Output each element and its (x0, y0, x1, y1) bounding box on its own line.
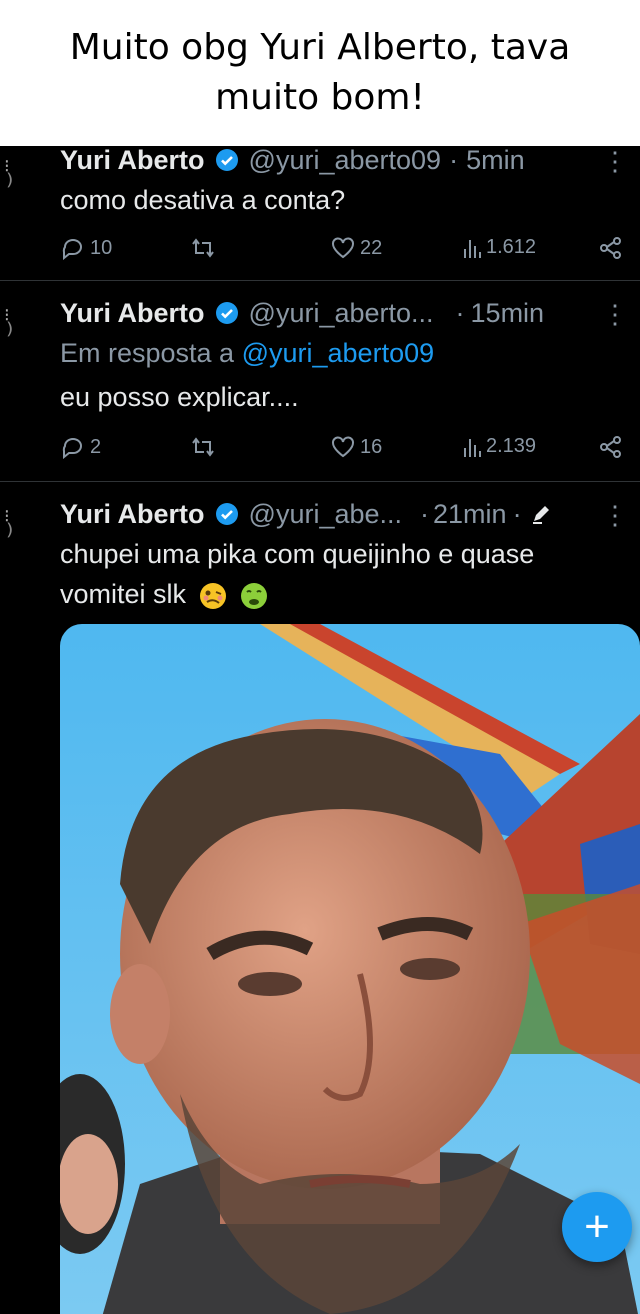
reply-button[interactable]: 2 (60, 435, 101, 459)
edit-icon (532, 506, 549, 524)
tweet-text-line-2-text: vomitei slk (60, 579, 187, 609)
tweet-3[interactable]: ⁝ ⁾ Yuri Aberto @yuri_abe... · 21min · ⋮ … (0, 482, 640, 1314)
reply-context: Em resposta a @yuri_aberto09 (60, 333, 620, 373)
views-icon (464, 438, 481, 457)
nauseated-face-icon (241, 582, 268, 609)
share-icon (600, 237, 621, 259)
share-button[interactable] (598, 236, 624, 260)
author-name[interactable]: Yuri Aberto (60, 146, 205, 176)
avatar-partial[interactable]: ⁝ ⁾ (0, 496, 40, 556)
separator: · (420, 498, 430, 529)
timeline-feed[interactable]: ⁝ ⁾ Yuri Aberto @yuri_aberto09 · 5min ⋮ c… (0, 146, 640, 1314)
tweet-actions: 10 22 1.612 (60, 236, 630, 266)
views-button[interactable]: 1.612 (462, 236, 536, 259)
meme-caption: Muito obg Yuri Alberto, tava muito bom! (0, 0, 640, 146)
share-icon (600, 436, 621, 458)
compose-button[interactable]: + (562, 1192, 632, 1262)
tweet-text: chupei uma pika com queijinho e quase vo… (60, 534, 620, 614)
like-count: 22 (360, 236, 383, 259)
reply-count: 10 (90, 236, 113, 259)
tweet-header: Yuri Aberto @yuri_abe... · 21min · (60, 496, 640, 532)
more-icon[interactable]: ⋮ (602, 299, 628, 330)
views-icon (464, 239, 481, 258)
reply-prefix: Em resposta a (60, 338, 235, 368)
avatar-partial[interactable]: ⁝ ⁾ (0, 295, 40, 355)
timestamp[interactable]: 21min (433, 499, 507, 530)
author-handle[interactable]: @yuri_aberto... (249, 298, 434, 329)
like-icon (332, 237, 354, 259)
verified-icon (215, 149, 238, 171)
verified-icon (215, 503, 238, 525)
tweet-text-line-1: chupei uma pika com queijinho e quase (60, 539, 535, 569)
retweet-icon (192, 437, 214, 457)
author-name[interactable]: Yuri Aberto (60, 298, 205, 329)
timestamp[interactable]: 5min (466, 146, 525, 176)
retweet-button[interactable] (190, 236, 216, 260)
reply-icon (62, 239, 82, 260)
separator: · (512, 498, 522, 529)
tweet-header: Yuri Aberto @yuri_aberto... · 15min (60, 295, 640, 331)
tweet-media-photo[interactable] (60, 624, 640, 1314)
tweet-text: eu posso explicar.... (60, 382, 299, 412)
separator: · (455, 297, 465, 328)
plus-icon: + (584, 1202, 610, 1251)
verified-icon (215, 302, 238, 324)
views-count: 2.139 (486, 435, 537, 457)
author-name[interactable]: Yuri Aberto (60, 499, 205, 530)
tweet-header: Yuri Aberto @yuri_aberto09 · 5min (60, 146, 640, 178)
like-button[interactable]: 16 (330, 435, 382, 459)
like-icon (332, 436, 354, 458)
tweet-text: como desativa a conta? (60, 185, 346, 215)
author-handle[interactable]: @yuri_abe... (249, 499, 402, 530)
retweet-button[interactable] (190, 435, 216, 459)
views-button[interactable]: 2.139 (462, 435, 536, 458)
reply-count: 2 (90, 435, 102, 458)
share-button[interactable] (598, 435, 624, 459)
photo-illustration (60, 624, 640, 1314)
tweet-2[interactable]: ⁝ ⁾ Yuri Aberto @yuri_aberto... · 15min ⋮… (0, 281, 640, 481)
avatar-partial[interactable]: ⁝ ⁾ (0, 146, 40, 206)
separator: · (449, 146, 459, 175)
views-count: 1.612 (486, 236, 537, 258)
reply-mention-link[interactable]: @yuri_aberto09 (242, 338, 435, 368)
tweet-actions: 2 16 2.139 (60, 435, 630, 465)
reply-icon (62, 438, 82, 459)
timestamp[interactable]: 15min (471, 298, 545, 329)
like-button[interactable]: 22 (330, 236, 382, 260)
like-count: 16 (360, 435, 383, 458)
retweet-icon (192, 238, 214, 258)
woozy-face-icon (199, 582, 226, 609)
more-icon[interactable]: ⋮ (602, 500, 628, 531)
author-handle[interactable]: @yuri_aberto09 (249, 146, 442, 176)
tweet-1[interactable]: ⁝ ⁾ Yuri Aberto @yuri_aberto09 · 5min ⋮ c… (0, 146, 640, 280)
more-icon[interactable]: ⋮ (602, 146, 628, 177)
tweet-text-line-2: vomitei slk (60, 574, 620, 614)
reply-button[interactable]: 10 (60, 236, 112, 260)
